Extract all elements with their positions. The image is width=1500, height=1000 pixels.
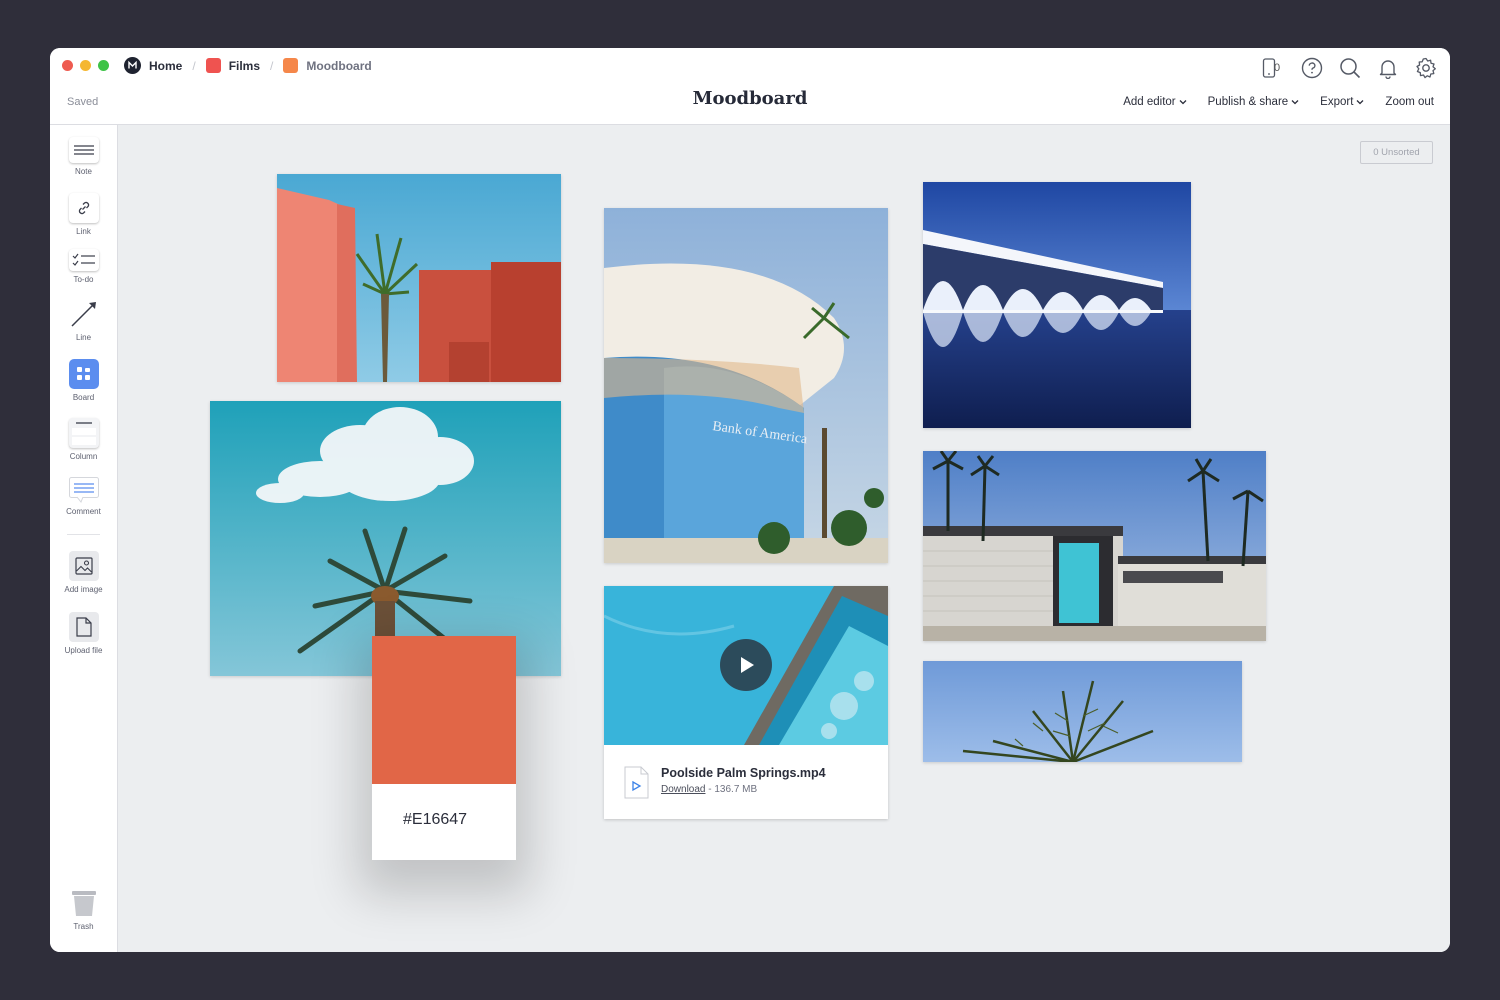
notifications-button[interactable] xyxy=(1376,56,1400,80)
video-meta: Download - 136.7 MB xyxy=(661,784,757,795)
breadcrumb-home[interactable]: Home xyxy=(124,57,182,74)
cloud-palm-photo[interactable] xyxy=(210,401,561,676)
tool-line[interactable]: Line xyxy=(50,299,117,342)
tool-label: Upload file xyxy=(64,646,103,655)
export-menu[interactable]: Export xyxy=(1320,96,1364,108)
tool-add-image[interactable]: Add image xyxy=(50,551,117,594)
search-icon xyxy=(1340,58,1361,79)
menu-label: Add editor xyxy=(1123,96,1176,108)
gear-icon xyxy=(1416,57,1436,79)
maximize-window-button[interactable] xyxy=(98,60,109,71)
minimize-window-button[interactable] xyxy=(80,60,91,71)
video-card[interactable]: Poolside Palm Springs.mp4 Download - 136… xyxy=(604,586,888,819)
settings-button[interactable] xyxy=(1414,56,1438,80)
tool-label: To-do xyxy=(73,275,94,284)
app-window: Home / Films / Moodboard Saved Moodboard… xyxy=(50,48,1450,952)
device-button[interactable]: 0 xyxy=(1256,56,1286,80)
tool-label: Note xyxy=(75,167,92,176)
chevron-down-icon xyxy=(1356,100,1364,105)
menu-label: Publish & share xyxy=(1207,96,1289,108)
menu-label: Export xyxy=(1320,96,1354,108)
palace-reflection-photo[interactable] xyxy=(923,182,1191,428)
video-file-icon xyxy=(624,766,649,799)
comment-icon xyxy=(68,477,99,503)
image-icon xyxy=(68,551,99,581)
help-button[interactable] xyxy=(1300,56,1324,80)
tool-note[interactable]: Note xyxy=(50,137,117,176)
chevron-down-icon xyxy=(1291,100,1299,105)
trash-icon xyxy=(69,890,99,918)
breadcrumb-separator: / xyxy=(270,58,274,73)
breadcrumb-separator: / xyxy=(192,58,196,73)
menu-label: Zoom out xyxy=(1385,96,1434,108)
help-icon xyxy=(1301,57,1323,79)
top-bar: Home / Films / Moodboard Saved Moodboard… xyxy=(50,48,1450,125)
tool-todo[interactable]: To-do xyxy=(50,249,117,284)
search-button[interactable] xyxy=(1338,56,1362,80)
header-menu: Add editor Publish & share Export Zoom o… xyxy=(1123,96,1434,108)
board-icon xyxy=(68,359,99,389)
video-filename: Poolside Palm Springs.mp4 xyxy=(661,766,826,780)
line-icon xyxy=(69,299,99,329)
add-editor-menu[interactable]: Add editor xyxy=(1123,96,1187,108)
breadcrumb-films[interactable]: Films xyxy=(205,58,261,73)
tool-comment[interactable]: Comment xyxy=(50,477,117,516)
board-square-icon xyxy=(283,58,299,73)
column-icon xyxy=(68,418,99,448)
tool-label: Trash xyxy=(73,922,94,931)
midcentury-house-photo[interactable] xyxy=(923,451,1266,641)
play-icon xyxy=(741,657,754,673)
swatch-color xyxy=(372,636,516,784)
bank-building-photo[interactable]: Bank of America xyxy=(604,208,888,563)
tool-label: Board xyxy=(72,393,95,402)
board-square-icon xyxy=(205,58,221,73)
unsorted-button[interactable]: 0 Unsorted xyxy=(1360,141,1433,164)
tool-board[interactable]: Board xyxy=(50,359,117,402)
breadcrumb: Home / Films / Moodboard xyxy=(124,57,372,74)
chevron-down-icon xyxy=(1179,100,1187,105)
trash[interactable]: Trash xyxy=(50,890,117,931)
top-icons: 0 xyxy=(1256,56,1438,80)
tool-label: Column xyxy=(69,452,98,461)
tool-label: Add image xyxy=(64,585,103,594)
tool-column[interactable]: Column xyxy=(50,418,117,461)
download-link[interactable]: Download xyxy=(661,784,705,795)
zoom-out-button[interactable]: Zoom out xyxy=(1385,96,1434,108)
color-swatch-card[interactable]: #E16647 xyxy=(372,636,516,860)
window-controls xyxy=(62,60,109,71)
todo-icon xyxy=(68,249,99,271)
close-window-button[interactable] xyxy=(62,60,73,71)
tool-sidebar: Note Link To-do Line Board Column Commen… xyxy=(50,125,118,952)
breadcrumb-moodboard[interactable]: Moodboard xyxy=(283,58,372,73)
palm-fronds-photo[interactable] xyxy=(923,661,1242,762)
save-status: Saved xyxy=(67,96,99,108)
play-button[interactable] xyxy=(720,639,772,691)
file-icon xyxy=(68,612,99,642)
link-icon xyxy=(68,193,99,223)
breadcrumb-label: Moodboard xyxy=(306,58,372,73)
video-thumbnail[interactable] xyxy=(604,586,888,745)
tool-upload-file[interactable]: Upload file xyxy=(50,612,117,655)
milanote-logo-icon xyxy=(124,57,141,74)
file-size: - 136.7 MB xyxy=(705,784,758,795)
tool-label: Comment xyxy=(66,507,101,516)
sidebar-divider xyxy=(67,534,100,535)
device-count: 0 xyxy=(1273,62,1281,74)
tool-link[interactable]: Link xyxy=(50,193,117,236)
board-canvas[interactable]: 0 Unsorted Bank of America Poolside Palm… xyxy=(118,125,1450,952)
publish-share-menu[interactable]: Publish & share xyxy=(1208,96,1300,108)
note-icon xyxy=(68,137,99,163)
tool-label: Link xyxy=(76,227,91,236)
swatch-hex: #E16647 xyxy=(403,811,468,828)
tool-label: Line xyxy=(75,333,92,342)
breadcrumb-label: Films xyxy=(228,58,261,73)
bell-icon xyxy=(1379,60,1397,79)
breadcrumb-label: Home xyxy=(149,58,183,73)
pink-walls-palm-photo[interactable] xyxy=(277,174,561,382)
